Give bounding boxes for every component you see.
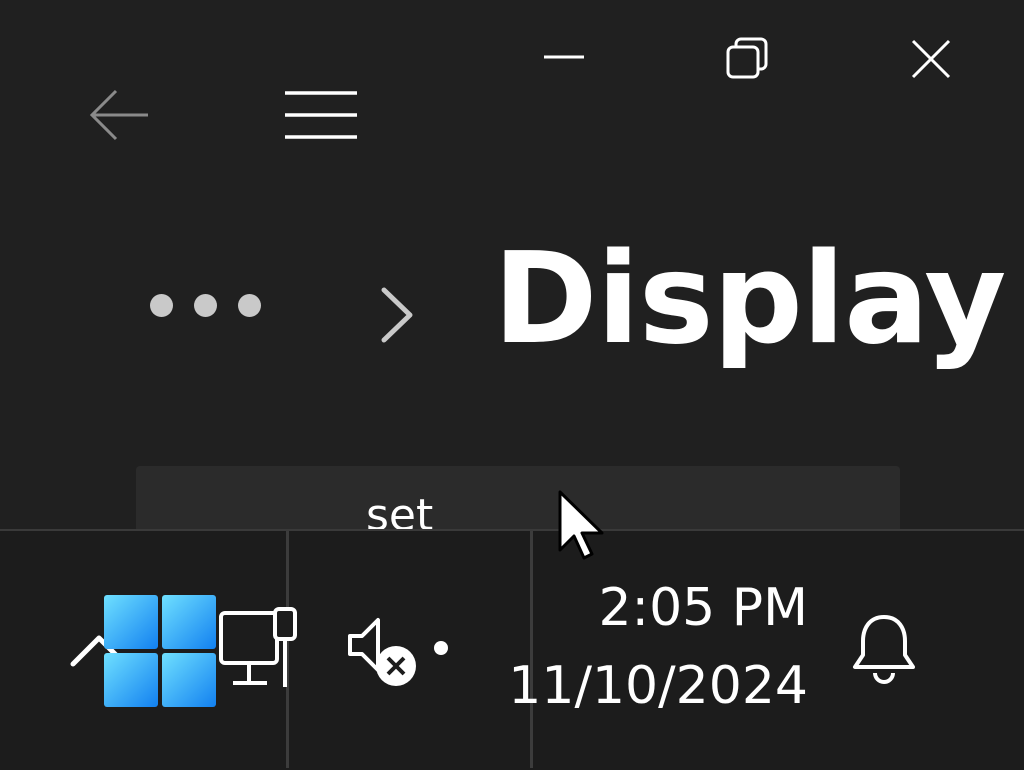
chevron-right-icon bbox=[381, 287, 413, 343]
volume-button[interactable] bbox=[340, 610, 420, 690]
start-button[interactable] bbox=[100, 592, 220, 710]
clock-time: 2:05 PM bbox=[598, 578, 808, 638]
back-arrow-icon bbox=[89, 89, 148, 141]
mouse-cursor-icon bbox=[556, 488, 608, 564]
notifications-button[interactable] bbox=[846, 608, 922, 688]
ethernet-network-icon bbox=[219, 607, 297, 687]
network-status-button[interactable] bbox=[214, 604, 304, 694]
restore-button[interactable] bbox=[708, 24, 788, 94]
bell-icon bbox=[853, 615, 915, 684]
breadcrumb-separator bbox=[378, 286, 418, 344]
tray-indicator-dot bbox=[434, 641, 448, 655]
navigation-menu-button[interactable] bbox=[276, 80, 366, 150]
more-dots-icon bbox=[150, 293, 261, 317]
minimize-button[interactable] bbox=[524, 22, 604, 92]
minimize-icon bbox=[544, 55, 584, 59]
close-button[interactable] bbox=[891, 24, 971, 94]
breadcrumb-more-button[interactable] bbox=[150, 285, 270, 325]
volume-muted-icon bbox=[348, 618, 416, 686]
page-title: Display bbox=[493, 225, 1006, 372]
windows-start-icon bbox=[104, 595, 216, 707]
hamburger-menu-icon bbox=[285, 91, 357, 139]
close-icon bbox=[911, 39, 951, 79]
restore-icon bbox=[726, 37, 768, 79]
taskbar-divider bbox=[530, 531, 533, 768]
clock-date: 11/10/2024 bbox=[508, 656, 808, 716]
back-button[interactable] bbox=[80, 80, 160, 150]
